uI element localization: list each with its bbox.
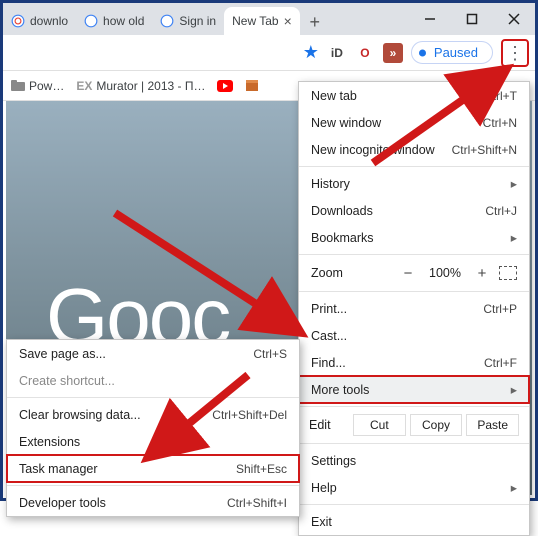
tab-2[interactable]: Sign in [152, 7, 224, 35]
menu-help[interactable]: Help ▸ [299, 474, 529, 501]
edit-label: Edit [309, 418, 349, 432]
profile-paused-pill[interactable]: Paused [411, 41, 493, 64]
tab-3-active[interactable]: New Tab × [224, 7, 300, 35]
google-icon [11, 14, 25, 28]
menu-separator [7, 485, 299, 486]
menu-exit[interactable]: Exit [299, 508, 529, 535]
submenu-developer-tools[interactable]: Developer tools Ctrl+Shift+I [7, 489, 299, 516]
menu-separator [299, 254, 529, 255]
menu-settings[interactable]: Settings [299, 447, 529, 474]
submenu-task-manager[interactable]: Task manager Shift+Esc [7, 455, 299, 482]
google-icon [160, 14, 174, 28]
box-icon [245, 79, 259, 93]
menu-separator [299, 166, 529, 167]
submenu-clear-data[interactable]: Clear browsing data... Ctrl+Shift+Del [7, 401, 299, 428]
chevron-right-icon: ▸ [511, 382, 517, 397]
zoom-value: 100% [425, 266, 465, 280]
google-icon [84, 14, 98, 28]
extension-icon-1[interactable]: O [355, 43, 375, 63]
title-bar: downlo how old Sign in New Tab × + [3, 3, 535, 35]
menu-find[interactable]: Find... Ctrl+F [299, 349, 529, 376]
menu-separator [7, 397, 299, 398]
kebab-icon: ⋮ [506, 51, 524, 55]
paste-button[interactable]: Paste [466, 414, 519, 436]
tab-1-label: how old [103, 14, 144, 28]
extension-icon-2[interactable]: » [383, 43, 403, 63]
bookmark-1-prefix: EX [76, 79, 92, 93]
menu-print[interactable]: Print... Ctrl+P [299, 295, 529, 322]
menu-history[interactable]: History ▸ [299, 170, 529, 197]
bookmark-item-3[interactable] [245, 79, 259, 93]
bookmark-item-2[interactable] [217, 80, 233, 92]
tab-3-label: New Tab [232, 14, 278, 28]
menu-separator [299, 406, 529, 407]
bookmark-0-label: Pow… [29, 79, 64, 93]
tab-0-label: downlo [30, 14, 68, 28]
new-tab-button[interactable]: + [304, 11, 326, 33]
menu-edit-row: Edit Cut Copy Paste [299, 410, 529, 440]
tab-2-label: Sign in [179, 14, 216, 28]
bookmark-star-icon[interactable]: ★ [303, 42, 319, 63]
menu-separator [299, 443, 529, 444]
chevron-right-icon: ▸ [511, 230, 517, 245]
chrome-menu-button[interactable]: ⋮ [501, 39, 529, 67]
bookmark-item-0[interactable]: Pow… [11, 79, 64, 93]
more-tools-submenu: Save page as... Ctrl+S Create shortcut..… [6, 339, 300, 517]
window-controls [409, 3, 535, 35]
toolbar: ★ iD O » Paused ⋮ [3, 35, 535, 71]
zoom-out-button[interactable]: − [397, 265, 419, 282]
bookmark-item-1[interactable]: EX Murator | 2013 - П… [76, 79, 205, 93]
tab-0[interactable]: downlo [3, 7, 76, 35]
chrome-main-menu: New tab Ctrl+T New window Ctrl+N New inc… [298, 81, 530, 536]
close-icon[interactable]: × [284, 13, 292, 29]
menu-new-tab[interactable]: New tab Ctrl+T [299, 82, 529, 109]
maximize-button[interactable] [451, 3, 493, 35]
menu-new-window[interactable]: New window Ctrl+N [299, 109, 529, 136]
menu-more-tools[interactable]: More tools ▸ [299, 376, 529, 403]
extension-icon-0[interactable]: iD [327, 43, 347, 63]
cut-button[interactable]: Cut [353, 414, 406, 436]
close-window-button[interactable] [493, 3, 535, 35]
submenu-create-shortcut[interactable]: Create shortcut... [7, 367, 299, 394]
submenu-save-page[interactable]: Save page as... Ctrl+S [7, 340, 299, 367]
menu-separator [299, 291, 529, 292]
menu-cast[interactable]: Cast... [299, 322, 529, 349]
zoom-in-button[interactable]: + [471, 265, 493, 282]
menu-incognito[interactable]: New incognito window Ctrl+Shift+N [299, 136, 529, 163]
tab-1[interactable]: how old [76, 7, 152, 35]
chevron-right-icon: ▸ [511, 480, 517, 495]
folder-icon [11, 80, 25, 92]
tab-strip: downlo how old Sign in New Tab × + [3, 3, 409, 35]
copy-button[interactable]: Copy [410, 414, 463, 436]
menu-downloads[interactable]: Downloads Ctrl+J [299, 197, 529, 224]
fullscreen-icon[interactable] [499, 266, 517, 280]
submenu-extensions[interactable]: Extensions [7, 428, 299, 455]
chevron-right-icon: ▸ [511, 176, 517, 191]
bookmark-1-label: Murator | 2013 - П… [96, 79, 205, 93]
menu-separator [299, 504, 529, 505]
minimize-button[interactable] [409, 3, 451, 35]
zoom-label: Zoom [311, 266, 391, 280]
youtube-icon [217, 80, 233, 92]
menu-zoom-row: Zoom − 100% + [299, 258, 529, 288]
menu-bookmarks[interactable]: Bookmarks ▸ [299, 224, 529, 251]
